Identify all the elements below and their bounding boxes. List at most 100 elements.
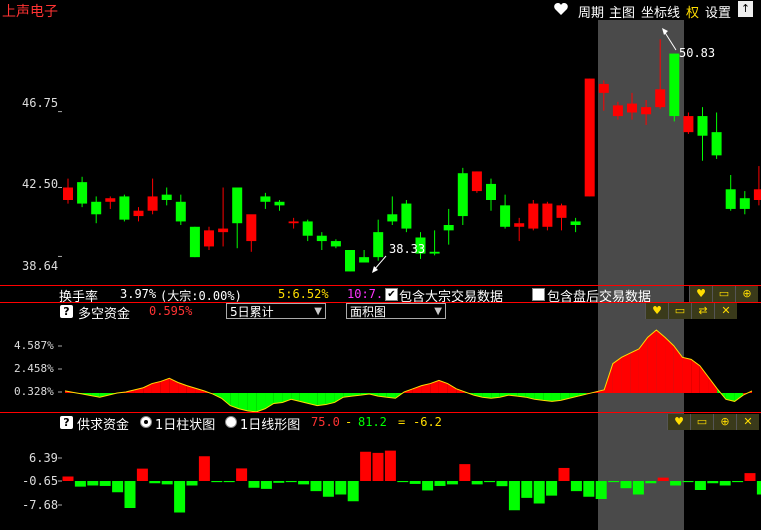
candle-body xyxy=(471,171,482,192)
supply-bar xyxy=(298,481,310,485)
heart-icon[interactable] xyxy=(553,1,569,17)
stock-name: 上声电子 xyxy=(2,4,58,20)
supply-bar xyxy=(657,477,669,481)
turnover-toolbar: ♥ ▭ ⊕ xyxy=(689,286,758,302)
turnover-bar: 换手率 3.97% (大宗:0.00%) 5:6.52% 10:7. ✔ 包含大… xyxy=(0,286,761,305)
candle-body xyxy=(119,196,130,220)
line-chart-radio[interactable] xyxy=(225,416,237,428)
long-short-funds-chart[interactable]: 4.587% 2.458% 0.328% xyxy=(0,320,761,412)
swap-icon[interactable]: ⇄ xyxy=(691,303,714,319)
candle-body xyxy=(641,107,652,115)
zoom-icon[interactable]: ⊕ xyxy=(713,414,736,430)
heart-icon[interactable]: ♥ xyxy=(689,286,712,302)
turnover-5day: 5:6.52% xyxy=(278,287,329,301)
candle-body xyxy=(288,221,299,224)
window-icon[interactable]: ▭ xyxy=(712,286,735,302)
window-icon[interactable]: ▭ xyxy=(690,414,713,430)
high-marker-arrow xyxy=(663,30,677,51)
p2-label-high: 6.39 xyxy=(29,451,58,465)
menu-period[interactable]: 周期 xyxy=(578,2,604,21)
supply-bar xyxy=(136,468,148,481)
supply-bar xyxy=(211,481,223,483)
supply-bar xyxy=(260,481,272,489)
candle-body xyxy=(133,210,144,217)
accumulation-select-value: 5日累计 xyxy=(230,305,274,319)
help-icon[interactable]: ? xyxy=(60,305,73,318)
menu-settings[interactable]: 设置 xyxy=(705,2,731,21)
supply-bar xyxy=(471,481,483,485)
supply-bar xyxy=(484,481,496,483)
supply-bar xyxy=(508,481,520,511)
supply-bar xyxy=(645,481,657,484)
high-price-marker: 50.83 xyxy=(679,46,716,60)
supply-demand-funds-chart[interactable]: 6.39 -0.65 -7.68 xyxy=(0,431,761,530)
heart-icon[interactable]: ♥ xyxy=(645,303,668,319)
p1-label-low: 0.328% xyxy=(14,385,54,398)
supply-bar xyxy=(372,452,384,481)
chevron-down-icon: ▼ xyxy=(314,306,322,317)
supply-bar xyxy=(732,481,744,483)
candle-body xyxy=(697,116,708,136)
turnover-value: 3.97% xyxy=(120,287,157,301)
supply-value: 75.0 xyxy=(311,415,340,429)
chart-style-select-value: 面积图 xyxy=(350,305,387,319)
supply-bar xyxy=(744,473,756,481)
zoom-icon[interactable]: ⊕ xyxy=(735,286,758,302)
include-block-trade-checkbox[interactable]: ✔ xyxy=(385,288,398,301)
supply-bar xyxy=(174,481,186,513)
candle-body xyxy=(302,221,313,236)
p2-label-low: -7.68 xyxy=(22,498,59,512)
candle-body xyxy=(161,194,172,200)
top-bar: 上声电子 周期 主图 坐标线 权 设置 ↑ xyxy=(0,0,761,21)
include-after-hours-checkbox[interactable] xyxy=(532,288,545,301)
area-segment xyxy=(317,393,326,406)
candle-body xyxy=(739,198,750,209)
price-chart[interactable]: 46.75 42.50 38.64 50.83 38.33 xyxy=(0,20,761,285)
supply-bar xyxy=(422,481,434,491)
candle-body xyxy=(683,116,694,133)
candle-body xyxy=(345,250,355,272)
supply-bar xyxy=(620,481,632,489)
candle-body xyxy=(711,132,722,156)
supply-bar xyxy=(186,481,198,486)
turnover-10day: 10:7. xyxy=(347,287,384,301)
help-icon[interactable]: ? xyxy=(60,416,73,429)
candle-body xyxy=(627,103,637,113)
chart-style-select[interactable]: 面积图 ▼ xyxy=(346,303,446,319)
candle-body xyxy=(429,251,440,254)
candle-body xyxy=(486,183,496,200)
candle-body xyxy=(598,83,609,93)
supply-bar xyxy=(285,481,297,483)
supply-bar xyxy=(198,456,210,481)
price-label-high: 46.75 xyxy=(22,96,59,110)
candle-body xyxy=(401,203,412,229)
menu-rights[interactable]: 权 xyxy=(686,2,699,21)
window-icon[interactable]: ▭ xyxy=(668,303,691,319)
supply-bar xyxy=(236,468,248,481)
candle-body xyxy=(528,203,539,229)
supply-bar xyxy=(459,464,471,481)
panel1-value: 0.595% xyxy=(149,304,193,318)
candle-body xyxy=(359,257,370,263)
scroll-up-button[interactable]: ↑ xyxy=(738,1,753,17)
panel1-header: ? 多空资金 0.595% 5日累计 ▼ 面积图 ▼ ♥ ▭ ⇄ ✕ xyxy=(0,303,761,322)
supply-bar xyxy=(409,481,421,484)
candle-body xyxy=(316,235,327,242)
bar-chart-radio[interactable] xyxy=(140,416,152,428)
candle-body xyxy=(725,189,736,209)
supply-bar xyxy=(322,481,334,497)
accumulation-select[interactable]: 5日累计 ▼ xyxy=(226,303,326,319)
heart-icon[interactable]: ♥ xyxy=(667,414,690,430)
supply-bar xyxy=(756,481,761,495)
close-icon[interactable]: ✕ xyxy=(714,303,737,319)
candle-body xyxy=(655,89,666,108)
demand-value: 81.2 xyxy=(358,415,387,429)
close-icon[interactable]: ✕ xyxy=(736,414,759,430)
candle-body xyxy=(443,225,454,231)
menu-main-chart[interactable]: 主图 xyxy=(609,2,635,21)
supply-bar xyxy=(223,481,235,483)
area-segment xyxy=(238,393,248,411)
menu-coordinate-line[interactable]: 坐标线 xyxy=(641,2,680,21)
candle-body xyxy=(570,221,581,225)
area-segment xyxy=(647,330,657,393)
